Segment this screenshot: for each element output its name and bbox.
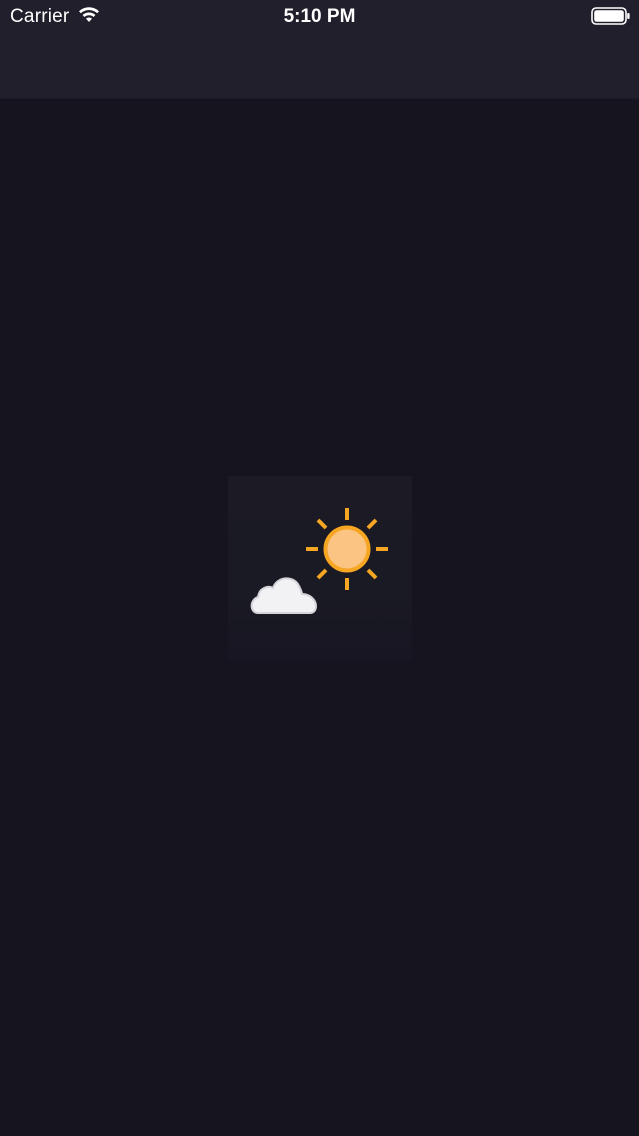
status-time: 5:10 PM [283,6,356,27]
cloud-icon [250,577,318,614]
battery-icon [591,7,631,25]
app-screen: Carrier 5:10 PM [0,0,639,1136]
partly-sunny-weather-icon [228,476,412,660]
status-bar: Carrier 5:10 PM [0,0,639,34]
